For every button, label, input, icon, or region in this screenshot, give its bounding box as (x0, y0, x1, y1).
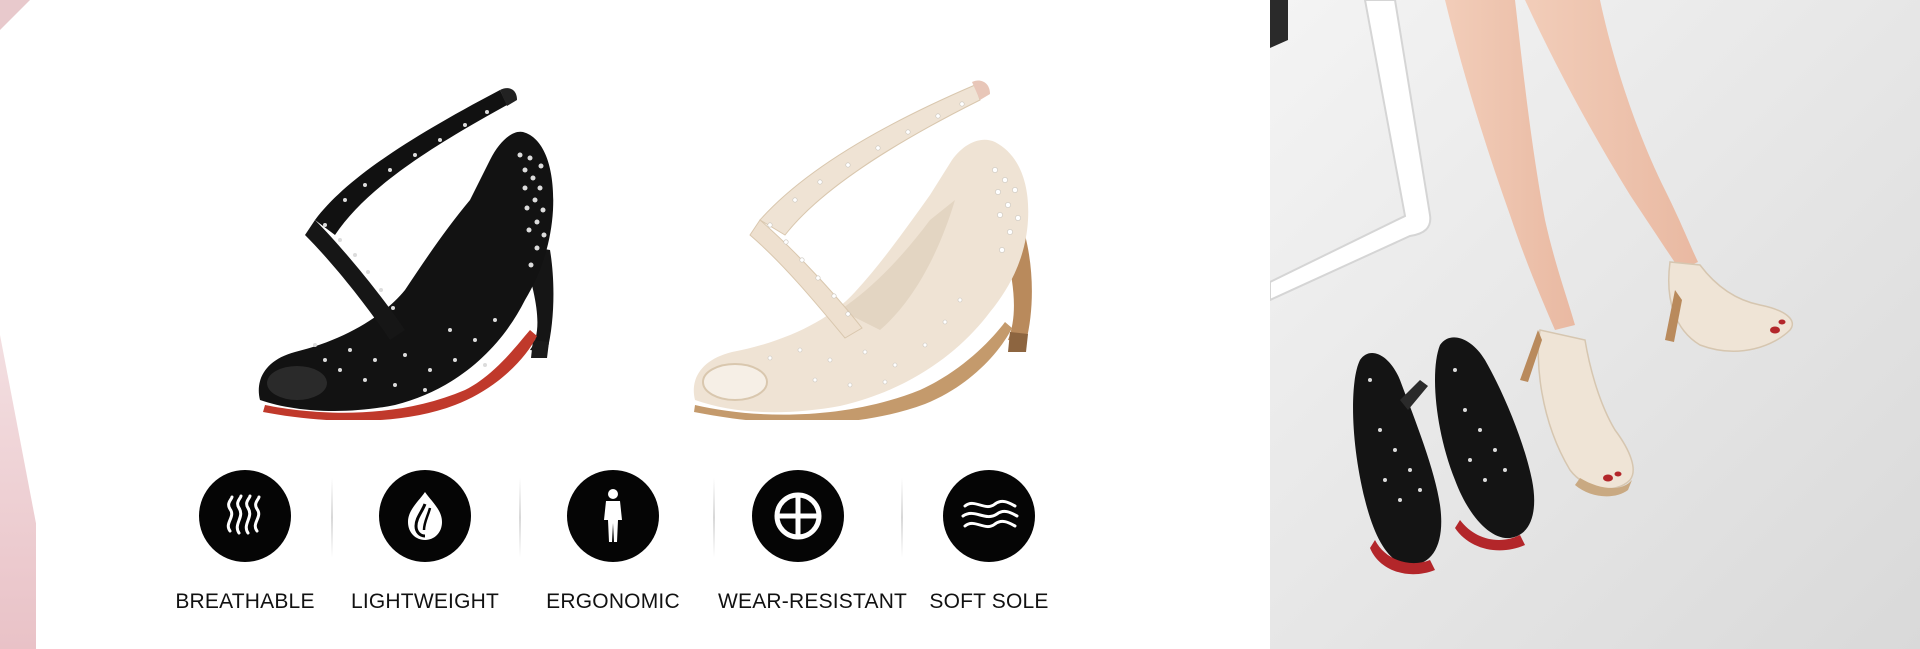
nude-rhinestone-shoe-image (693, 80, 1032, 420)
black-rhinestone-shoe-image (258, 88, 554, 420)
feature-divider (901, 478, 903, 558)
lifestyle-photo (1270, 0, 1920, 649)
feature-label: ERGONOMIC (546, 590, 680, 613)
feature-lightweight: LIGHTWEIGHT (345, 470, 505, 614)
feature-divider (519, 478, 521, 558)
crosshair-circle-icon (752, 470, 844, 562)
pink-corner-decoration (0, 0, 70, 70)
pink-edge-decoration (0, 335, 36, 649)
feature-wear-resistant: WEAR-RESISTANT (718, 470, 908, 614)
feather-drop-icon (379, 470, 471, 562)
waves-vertical-icon (199, 470, 291, 562)
human-figure-icon (567, 470, 659, 562)
feature-divider (713, 478, 715, 558)
feature-label: BREATHABLE (175, 590, 315, 613)
feature-soft-sole: SOFT SOLE (909, 470, 1069, 614)
feature-label: SOFT SOLE (929, 590, 1049, 613)
feature-divider (331, 478, 333, 558)
feature-label: LIGHTWEIGHT (350, 590, 500, 613)
feature-list: BREATHABLE LIGHTWEIGHT ERGONOMIC WEAR-RE… (165, 470, 1065, 620)
legs-with-shoes-photo (1270, 0, 1920, 649)
feature-breathable: BREATHABLE (165, 470, 325, 614)
waves-horizontal-icon (943, 470, 1035, 562)
feature-label: WEAR-RESISTANT (718, 590, 908, 613)
feature-ergonomic: ERGONOMIC (533, 470, 693, 614)
product-panel: BREATHABLE LIGHTWEIGHT ERGONOMIC WEAR-RE… (0, 0, 1270, 649)
product-banner: BREATHABLE LIGHTWEIGHT ERGONOMIC WEAR-RE… (0, 0, 1920, 649)
